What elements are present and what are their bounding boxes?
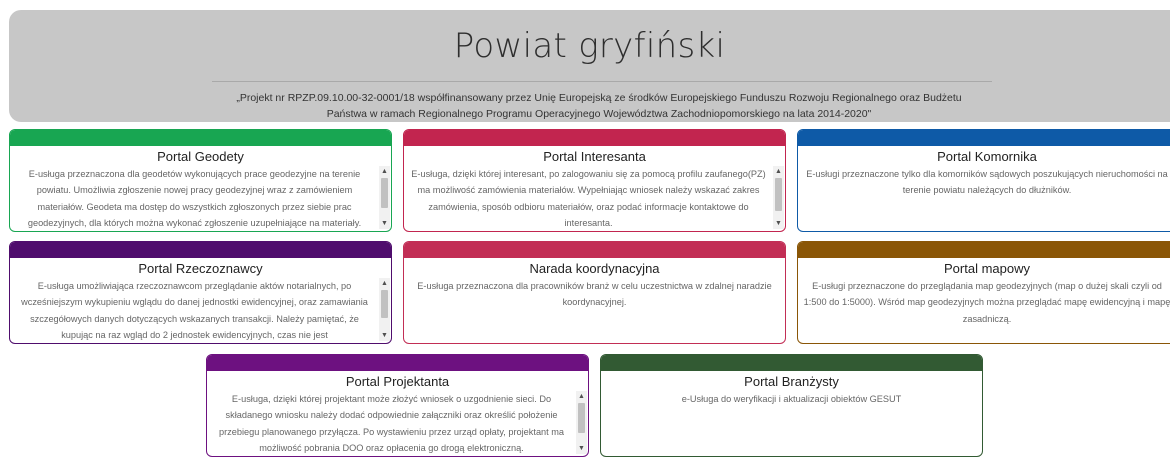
card-title[interactable]: Narada koordynacyjna (404, 260, 785, 277)
card-portal-interesanta[interactable]: Portal Interesanta E-usługa, dzięki któr… (403, 129, 786, 232)
card-color-bar (404, 242, 785, 258)
card-scrollbar[interactable]: ▲ ▼ (379, 278, 390, 341)
card-color-bar (10, 242, 391, 258)
card-description: E-usługa przeznaczona dla pracowników br… (417, 281, 772, 308)
card-scrollbar[interactable]: ▲ ▼ (576, 391, 587, 454)
card-title[interactable]: Portal mapowy (798, 260, 1170, 277)
card-color-bar (404, 130, 785, 146)
scroll-down-arrow-icon[interactable]: ▼ (379, 218, 390, 229)
card-title[interactable]: Portal Interesanta (404, 148, 785, 165)
card-title[interactable]: Portal Projektanta (207, 373, 588, 390)
page-header: Powiat gryfiński „Projekt nr RPZP.09.10.… (9, 10, 1170, 122)
card-description: E-usługa, dzięki której interesant, po z… (411, 169, 766, 228)
project-funding-note: „Projekt nr RPZP.09.10.00-32-0001/18 wsp… (179, 90, 1019, 122)
card-portal-mapowy[interactable]: Portal mapowy E-usługi przeznaczone do p… (797, 241, 1170, 344)
card-scrollbar[interactable]: ▲ ▼ (773, 166, 784, 229)
card-scrollbar[interactable]: ▲ ▼ (379, 166, 390, 229)
scroll-down-arrow-icon[interactable]: ▼ (379, 330, 390, 341)
card-portal-komornika[interactable]: Portal Komornika E-usługi przeznaczone t… (797, 129, 1170, 232)
card-description: E-usługi przeznaczone tylko dla komornik… (806, 169, 1168, 196)
scroll-down-arrow-icon[interactable]: ▼ (773, 218, 784, 229)
card-title[interactable]: Portal Geodety (10, 148, 391, 165)
scroll-down-arrow-icon[interactable]: ▼ (576, 443, 587, 454)
card-portal-rzeczoznawcy[interactable]: Portal Rzeczoznawcy E-usługa umożliwiają… (9, 241, 392, 344)
scrollbar-thumb[interactable] (381, 178, 388, 208)
card-color-bar (601, 355, 982, 371)
card-portal-branzysty[interactable]: Portal Branżysty e-Usługa do weryfikacji… (600, 354, 983, 457)
card-title[interactable]: Portal Branżysty (601, 373, 982, 390)
scroll-up-arrow-icon[interactable]: ▲ (379, 166, 390, 177)
card-title[interactable]: Portal Komornika (798, 148, 1170, 165)
card-description: E-usługa umożliwiająca rzeczoznawcom prz… (21, 281, 368, 340)
card-description: E-usługa, dzięki której projektant może … (218, 394, 565, 453)
card-portal-projektanta[interactable]: Portal Projektanta E-usługa, dzięki któr… (206, 354, 589, 457)
scrollbar-thumb[interactable] (578, 403, 585, 433)
card-title[interactable]: Portal Rzeczoznawcy (10, 260, 391, 277)
header-divider (212, 81, 992, 82)
funding-note-line-1: „Projekt nr RPZP.09.10.00-32-0001/18 wsp… (236, 92, 962, 104)
card-description: e-Usługa do weryfikacji i aktualizacji o… (681, 394, 902, 404)
scrollbar-thumb[interactable] (775, 178, 782, 211)
scroll-up-arrow-icon[interactable]: ▲ (576, 391, 587, 402)
card-description: E-usługa przeznaczona dla geodetów wykon… (27, 169, 362, 228)
card-color-bar (798, 242, 1170, 258)
card-color-bar (207, 355, 588, 371)
card-color-bar (798, 130, 1170, 146)
card-color-bar (10, 130, 391, 146)
scroll-up-arrow-icon[interactable]: ▲ (379, 278, 390, 289)
scrollbar-thumb[interactable] (381, 290, 388, 318)
funding-note-line-2: Państwa w ramach Regionalnego Programu O… (326, 108, 872, 120)
card-portal-geodety[interactable]: Portal Geodety E-usługa przeznaczona dla… (9, 129, 392, 232)
card-description: E-usługi przeznaczone do przeglądania ma… (803, 281, 1170, 324)
card-narada-koordynacyjna[interactable]: Narada koordynacyjna E-usługa przeznaczo… (403, 241, 786, 344)
scroll-up-arrow-icon[interactable]: ▲ (773, 166, 784, 177)
page-title: Powiat gryfiński (453, 26, 726, 66)
